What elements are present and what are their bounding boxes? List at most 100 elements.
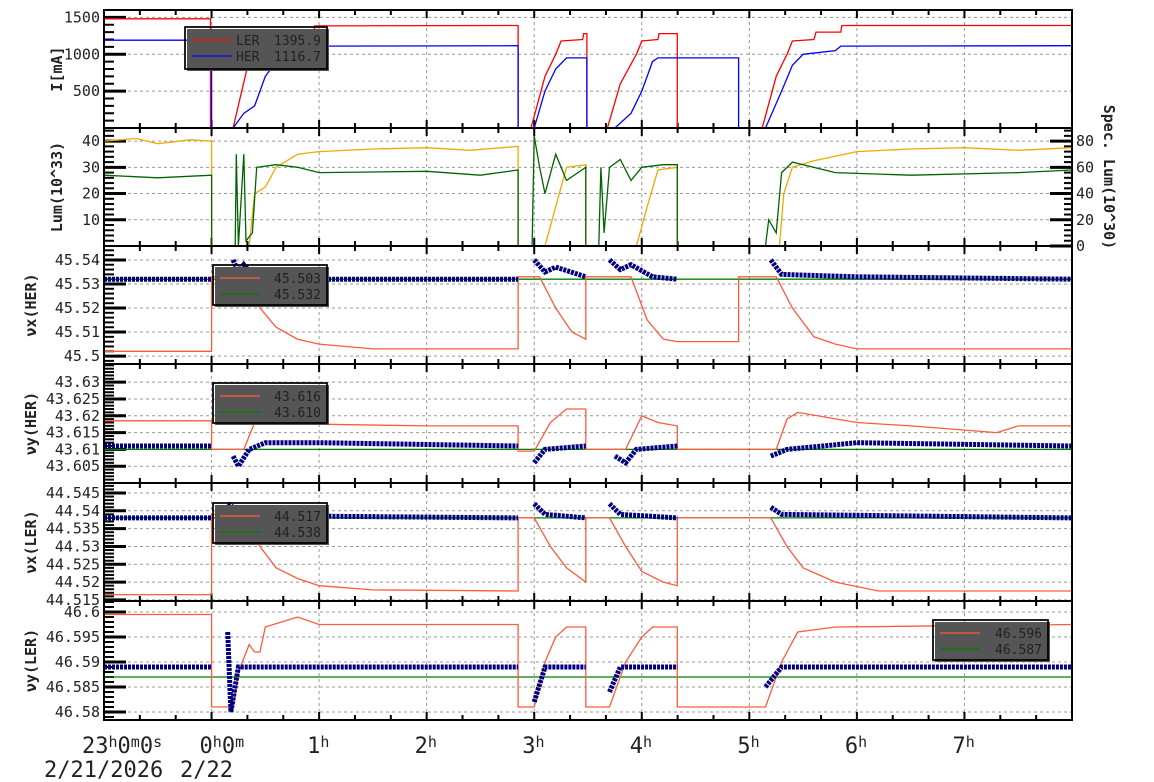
series-measured	[613, 443, 678, 467]
legend-value: 1116.7	[274, 50, 321, 65]
panel-frame	[103, 600, 1073, 721]
legend: 44.51744.538	[212, 502, 329, 545]
x-tick-label: 2h	[415, 733, 437, 759]
x-tick-number: 0	[118, 734, 131, 759]
y-tick-label: 10	[82, 211, 100, 229]
x-tick-number: 2	[415, 734, 428, 759]
legend: 43.61643.610	[212, 382, 329, 425]
x-tick-unit: m	[131, 733, 140, 751]
y-tick-label: 45.5	[64, 347, 100, 365]
y2-axis-title: Spec. Lum(10^30)	[1100, 105, 1118, 250]
legend-value: 46.587	[995, 643, 1042, 658]
y-tick-label: 44.53	[55, 537, 100, 555]
legend-name: LER	[236, 34, 260, 49]
panel-3: 43.60543.6143.61543.6243.62543.63 νy(HER)…	[22, 363, 1073, 484]
x-tick-unit: h	[966, 733, 975, 751]
series-group	[104, 135, 1072, 246]
y-tick-label: 44.535	[46, 520, 100, 538]
legend: 46.59646.587	[932, 619, 1050, 662]
x-tick-label: 7h	[952, 733, 974, 759]
x-tick-unit: h	[643, 733, 652, 751]
panel-0: 500 1000 1500 I[mA] LER 1395.9 HER 1116.7	[48, 8, 1073, 129]
y-axis-title: νy(HER)	[22, 392, 40, 455]
x-tick-unit: h	[109, 733, 118, 751]
x-tick-number: 0	[222, 734, 235, 759]
y-tick-label: 45.54	[55, 251, 100, 269]
x-tick-number: 6	[845, 734, 858, 759]
date-label-start: 2/21/2026	[44, 758, 163, 782]
tune-luminosity-chart: 50010001500I[mA]LER 1395.9HER 1116.7102030…	[22, 8, 1118, 782]
panel-1: 10 20 30 40 0 20 40 60 80 Spec. Lum(10^30) Lum(10^…	[48, 105, 1118, 255]
y-tick-label: 40	[82, 132, 100, 150]
x-tick-number: 3	[522, 734, 535, 759]
x-tick-unit: h	[320, 733, 329, 751]
y2-tick-label: 80	[1076, 132, 1094, 150]
x-tick-label: 23h0m0s	[82, 733, 162, 759]
y2-tick-label: 60	[1076, 158, 1094, 176]
series-group	[104, 613, 1072, 713]
y-tick-label: 43.61	[55, 440, 100, 458]
x-tick-unit: s	[153, 733, 162, 751]
x-tick-label: 4h	[630, 733, 652, 759]
x-tick-unit: m	[235, 733, 244, 751]
panel-2: 45.5 45.51 45.52 45.53 45.54 νx(HER) 45.50345.…	[22, 245, 1073, 365]
date-label-next: 2/22	[180, 758, 233, 782]
y-tick-label: 44.545	[46, 484, 100, 502]
series-spec-lum	[104, 137, 1072, 246]
y-tick-label: 20	[82, 185, 100, 203]
legend-value: 45.503	[274, 272, 321, 287]
y-tick-label: 44.525	[46, 555, 100, 573]
x-tick-unit: h	[213, 733, 222, 751]
y-tick-label: 43.63	[55, 373, 100, 391]
x-tick-label: 1h	[307, 733, 329, 759]
x-tick-unit: h	[858, 733, 867, 751]
y-tick-label: 46.585	[46, 678, 100, 696]
legend-value: 46.596	[995, 627, 1042, 642]
y-axis-title: νy(LER)	[22, 629, 40, 692]
y2-tick-label: 0	[1076, 237, 1085, 255]
legend-value: 45.532	[274, 288, 321, 303]
y-tick-label: 43.605	[46, 457, 100, 475]
panel-4: 44.51544.5244.52544.5344.53544.5444.545ν…	[22, 482, 1073, 609]
legend-value: 44.517	[274, 510, 321, 525]
legend-value: 43.610	[274, 406, 321, 421]
series-measured	[531, 664, 586, 703]
y-tick-label: 1000	[64, 45, 100, 63]
y-tick-label: 500	[73, 82, 100, 100]
x-tick-label: 5h	[737, 733, 759, 759]
y-tick-label: 43.62	[55, 407, 100, 425]
y2-tick-label: 40	[1076, 185, 1094, 203]
y-tick-label: 46.6	[64, 603, 100, 621]
series-measured	[230, 440, 519, 472]
y2-tick-label: 20	[1076, 211, 1094, 229]
x-tick-number: 4	[630, 734, 643, 759]
y-tick-label: 43.625	[46, 390, 100, 408]
x-tick-unit: h	[751, 733, 760, 751]
x-tick-number: 0	[140, 734, 153, 759]
x-tick-label: 3h	[522, 733, 544, 759]
panel-5: 46.58 46.585 46.59 46.595 46.6 νy(LER) 46.5964…	[22, 600, 1073, 721]
series-measured	[532, 443, 587, 465]
legend-value: 44.538	[274, 526, 321, 541]
x-tick-unit: h	[428, 733, 437, 751]
y-tick-label: 1500	[64, 8, 100, 26]
legend-value: 1395.9	[274, 34, 321, 49]
x-tick-label: 6h	[845, 733, 867, 759]
y-tick-label: 46.58	[55, 703, 100, 721]
y-tick-label: 45.53	[55, 275, 100, 293]
y-tick-label: 30	[82, 158, 100, 176]
series-setpoint	[104, 613, 1072, 708]
series-measured	[225, 631, 519, 713]
legend-name: HER	[236, 50, 260, 65]
y-tick-label: 43.615	[46, 424, 100, 442]
y-tick-label: 45.52	[55, 299, 100, 317]
y-axis-title: νx(HER)	[22, 273, 40, 336]
x-tick-number: 23	[82, 734, 109, 759]
y-tick-label: 46.595	[46, 628, 100, 646]
x-tick-label: 0h0m	[200, 733, 245, 759]
legend: LER 1395.9 HER 1116.7	[184, 26, 329, 71]
y-tick-label: 44.54	[55, 502, 100, 520]
series-measured	[768, 258, 1072, 282]
series-measured	[532, 258, 587, 280]
legend-value: 43.616	[274, 390, 321, 405]
